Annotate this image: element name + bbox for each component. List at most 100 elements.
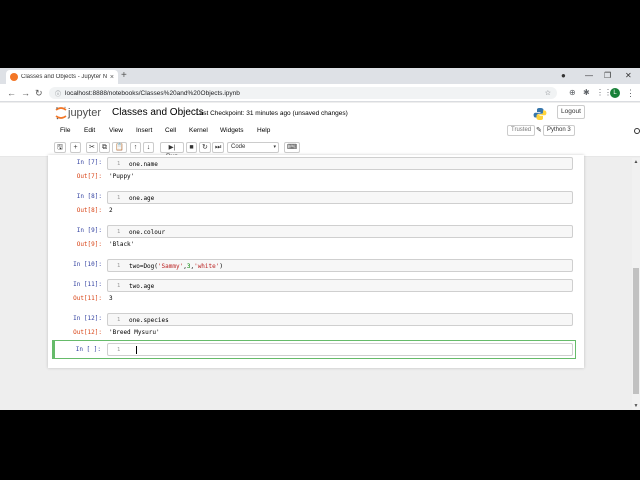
jupyter-favicon-icon xyxy=(10,73,18,81)
tab-close-icon[interactable]: × xyxy=(110,74,114,81)
logout-button[interactable]: Logout xyxy=(557,105,585,119)
cell-output: 'Puppy' xyxy=(109,173,135,180)
insert-cell-button[interactable]: + xyxy=(70,142,81,153)
page-scrollbar[interactable]: ▲ ▼ xyxy=(632,158,640,410)
cell-code: one.species xyxy=(129,317,169,324)
jupyter-logo-text: jupyter xyxy=(68,107,102,119)
close-window-button[interactable]: ✕ xyxy=(625,70,632,82)
menu-edit[interactable]: Edit xyxy=(84,126,95,136)
tab-bar: Classes and Objects - Jupyter No × + ● —… xyxy=(0,68,640,84)
cell-code: two.age xyxy=(129,283,155,290)
out-prompt: Out[12]: xyxy=(73,329,102,336)
line-number: 1 xyxy=(117,161,121,167)
jupyter-logo-icon xyxy=(55,106,67,120)
cell-input[interactable]: 1 xyxy=(107,343,573,356)
cell-code: two=Dog('Sammy',3,'white') xyxy=(129,263,223,270)
restart-run-all-button[interactable]: ⏭ xyxy=(212,142,225,153)
menu-file[interactable]: File xyxy=(60,126,70,136)
browser-menu-icon[interactable]: ⋮ xyxy=(626,87,635,99)
cell-code: one.name xyxy=(129,161,158,168)
cell-code: one.age xyxy=(129,195,155,202)
new-tab-button[interactable]: + xyxy=(121,70,127,82)
cell-input[interactable]: 1 one.name xyxy=(107,157,573,170)
account-icon[interactable]: ● xyxy=(561,70,566,82)
menu-kernel[interactable]: Kernel xyxy=(189,126,208,136)
menu-cell[interactable]: Cell xyxy=(165,126,176,136)
menu-insert[interactable]: Insert xyxy=(136,126,152,136)
extension-icon[interactable]: ⊕ xyxy=(569,88,576,98)
line-number: 1 xyxy=(117,229,121,235)
cell-output: 3 xyxy=(109,295,113,302)
cell-input[interactable]: 1 one.colour xyxy=(107,225,573,238)
cell-input[interactable]: 1 one.species xyxy=(107,313,573,326)
move-down-button[interactable]: ↓ xyxy=(143,142,154,153)
minimize-button[interactable]: — xyxy=(585,70,593,82)
cell-input[interactable]: 1 two.age xyxy=(107,279,573,292)
notebook-name[interactable]: Classes and Objects xyxy=(112,106,204,120)
cell-type-value: Code xyxy=(231,144,246,150)
move-up-button[interactable]: ↑ xyxy=(130,142,141,153)
cell-type-select[interactable]: Code ▾ xyxy=(227,142,279,153)
tab-title: Classes and Objects - Jupyter No xyxy=(21,74,107,80)
browser-window: Classes and Objects - Jupyter No × + ● —… xyxy=(0,68,640,410)
checkpoint-text: Last Checkpoint: 31 minutes ago xyxy=(196,110,291,117)
notebook-toolbar: 🖫 + ✂ ⧉ 📋 ↑ ↓ ▶| Run ■ ↻ ⏭ Code ▾ ⌨ xyxy=(54,141,586,160)
in-prompt: In [8]: xyxy=(76,193,102,200)
forward-button[interactable]: → xyxy=(21,87,30,99)
menu-widgets[interactable]: Widgets xyxy=(220,126,243,136)
in-prompt: In [11]: xyxy=(73,281,102,288)
command-palette-button[interactable]: ⌨ xyxy=(284,142,301,153)
copy-button[interactable]: ⧉ xyxy=(99,142,110,153)
notebook-page: In [7]: 1 one.name Out[7]: 'Puppy' In [8… xyxy=(48,155,584,368)
line-number: 1 xyxy=(117,263,121,269)
in-prompt: In [10]: xyxy=(73,261,102,268)
line-number: 1 xyxy=(117,195,121,201)
interrupt-button[interactable]: ■ xyxy=(186,142,197,153)
site-info-icon[interactable]: ⓘ xyxy=(55,89,61,98)
checkpoint-status: Last Checkpoint: 31 minutes ago (unsaved… xyxy=(196,109,348,119)
line-number: 1 xyxy=(117,283,121,289)
scroll-up-arrow-icon[interactable]: ▲ xyxy=(632,158,640,166)
in-prompt: In [ ]: xyxy=(75,346,101,353)
out-prompt: Out[9]: xyxy=(76,241,102,248)
url-text: localhost:8888/notebooks/Classes%20and%2… xyxy=(65,89,240,97)
menu-bar: File Edit View Insert Cell Kernel Widget… xyxy=(54,124,640,138)
out-prompt: Out[8]: xyxy=(76,207,102,214)
cut-button[interactable]: ✂ xyxy=(86,142,98,153)
paste-button[interactable]: 📋 xyxy=(112,142,127,153)
address-bar: ← → ↻ ⓘ localhost:8888/notebooks/Classes… xyxy=(0,84,640,102)
python-logo-icon xyxy=(533,108,547,120)
scrollbar-thumb[interactable] xyxy=(633,268,639,394)
in-prompt: In [7]: xyxy=(76,159,102,166)
chevron-down-icon: ▾ xyxy=(273,144,276,150)
back-button[interactable]: ← xyxy=(7,87,16,99)
save-button[interactable]: 🖫 xyxy=(54,142,66,153)
scroll-down-arrow-icon[interactable]: ▼ xyxy=(632,402,640,410)
trusted-badge[interactable]: Trusted xyxy=(507,125,536,136)
selected-code-cell[interactable]: In [ ]: 1 xyxy=(52,340,576,359)
reload-button[interactable]: ↻ xyxy=(35,87,43,99)
bookmark-star-icon[interactable]: ☆ xyxy=(545,89,551,97)
url-input[interactable]: ⓘ localhost:8888/notebooks/Classes%20and… xyxy=(49,87,557,99)
edit-pencil-icon[interactable]: ✎ xyxy=(536,126,542,136)
profile-avatar[interactable]: L xyxy=(610,88,620,98)
cell-code: one.colour xyxy=(129,229,166,236)
restart-button[interactable]: ↻ xyxy=(199,142,211,153)
cell-input[interactable]: 1 one.age xyxy=(107,191,573,204)
extension-icon[interactable]: ✱ xyxy=(583,88,590,98)
run-button[interactable]: ▶| Run xyxy=(160,142,184,160)
cell-input[interactable]: 1 two=Dog('Sammy',3,'white') xyxy=(107,259,573,272)
menu-help[interactable]: Help xyxy=(257,126,270,136)
cell-output: 'Black' xyxy=(109,241,135,248)
out-prompt: Out[7]: xyxy=(76,173,102,180)
restore-button[interactable]: ❐ xyxy=(604,70,611,82)
kernel-name[interactable]: Python 3 xyxy=(543,125,575,136)
browser-tab[interactable]: Classes and Objects - Jupyter No × xyxy=(6,70,118,84)
jupyter-header: jupyter Classes and Objects Last Checkpo… xyxy=(0,103,640,160)
in-prompt: In [9]: xyxy=(76,227,102,234)
jupyter-logo[interactable]: jupyter xyxy=(55,105,103,121)
line-number: 1 xyxy=(117,347,121,353)
menu-view[interactable]: View xyxy=(109,126,123,136)
notebook-area: In [7]: 1 one.name Out[7]: 'Puppy' In [8… xyxy=(0,155,640,410)
line-number: 1 xyxy=(117,317,121,323)
